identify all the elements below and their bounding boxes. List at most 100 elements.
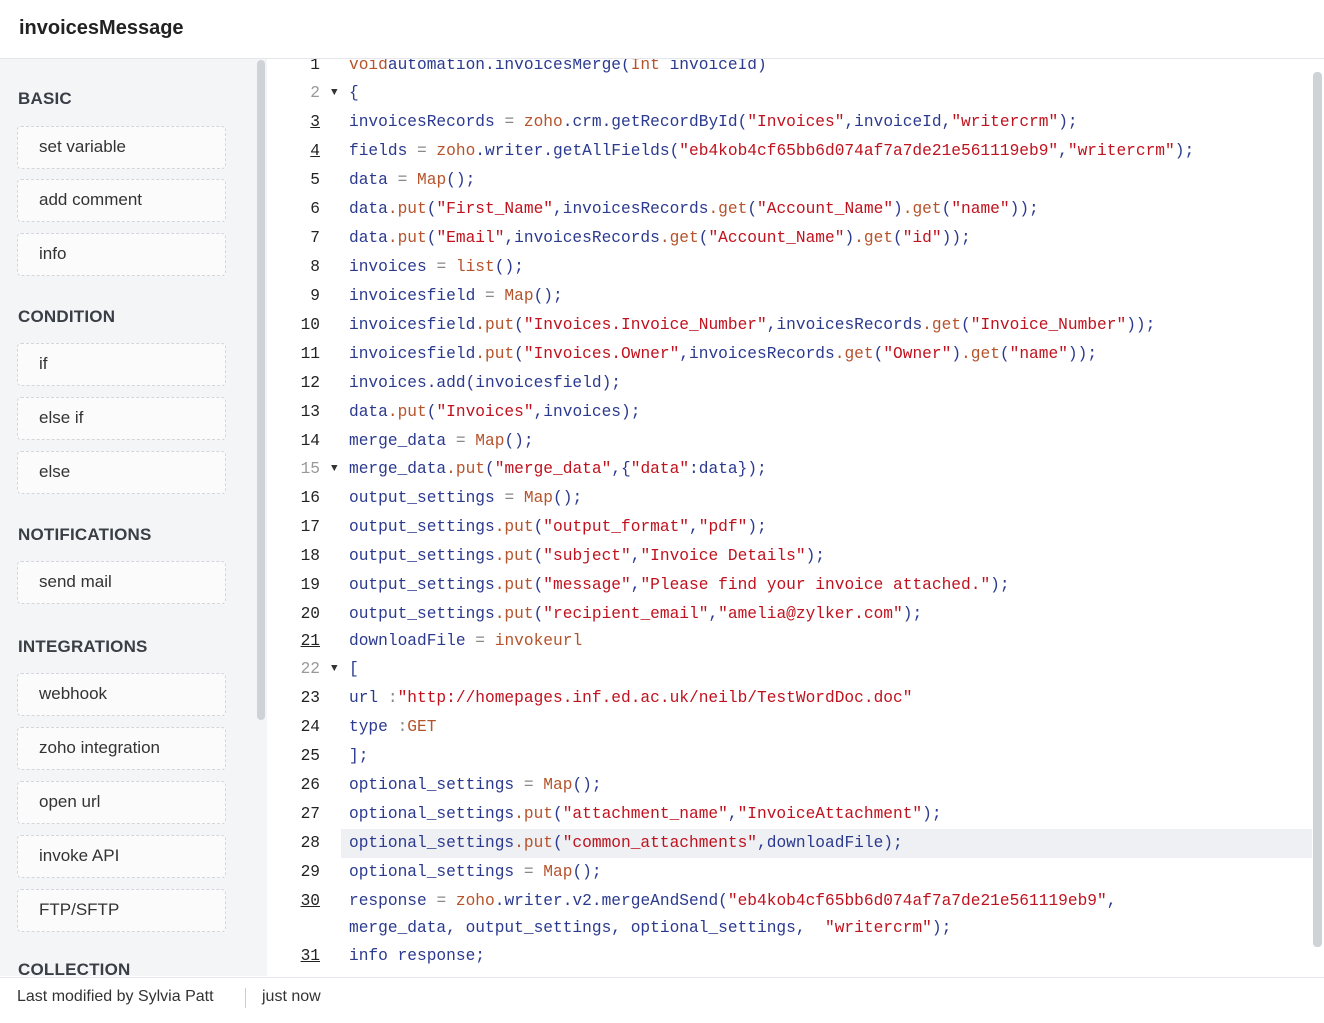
task-label: else if (39, 408, 84, 427)
code-text: data.put("Email",invoicesRecords.get("Ac… (349, 229, 971, 247)
code-text: type :GET (349, 718, 437, 736)
code-line[interactable]: merge_data, output_settings, optional_se… (268, 914, 1312, 943)
code-text: { (349, 84, 359, 102)
code-line[interactable]: 11 invoicesfield.put("Invoices.Owner",inv… (268, 340, 1312, 369)
line-number: 3 (310, 113, 320, 131)
code-line[interactable]: 9 invoicesfield = Map(); (268, 282, 1312, 311)
code-line[interactable]: 14 merge_data = Map(); (268, 427, 1312, 456)
code-line[interactable]: 31 info response; (268, 942, 1312, 971)
task-label: FTP/SFTP (39, 900, 120, 919)
code-line[interactable]: 27 optional_settings.put("attachment_name… (268, 800, 1312, 829)
task-ftp-sftp[interactable]: FTP/SFTP (17, 889, 226, 932)
code-text: merge_data.put("merge_data",{"data":data… (349, 460, 767, 478)
code-line[interactable]: 12 invoices.add(invoicesfield); (268, 369, 1312, 398)
line-number: 27 (300, 805, 320, 823)
code-line[interactable]: 18 output_settings.put("subject","Invoice… (268, 542, 1312, 571)
code-line[interactable]: 2 ▼ { (268, 79, 1312, 108)
code-text: [ (349, 660, 359, 678)
line-number: 4 (310, 142, 320, 160)
line-number: 9 (310, 287, 320, 305)
code-line[interactable]: 17 output_settings.put("output_format","p… (268, 513, 1312, 542)
code-text: invoicesfield = Map(); (349, 287, 563, 305)
code-line[interactable]: 13 data.put("Invoices",invoices); (268, 398, 1312, 427)
task-zoho-integration[interactable]: zoho integration (17, 727, 226, 770)
task-open-url[interactable]: open url (17, 781, 226, 824)
code-text: invoicesRecords = zoho.crm.getRecordById… (349, 113, 1078, 131)
line-number: 16 (300, 489, 320, 507)
task-send-mail[interactable]: send mail (17, 561, 226, 604)
code-line[interactable]: 20 output_settings.put("recipient_email",… (268, 600, 1312, 629)
code-line[interactable]: 26 optional_settings = Map(); (268, 771, 1312, 800)
line-number: 17 (300, 518, 320, 536)
code-line[interactable]: 7 data.put("Email",invoicesRecords.get("A… (268, 224, 1312, 253)
task-info[interactable]: info (17, 233, 226, 276)
code-text: optional_settings.put("attachment_name",… (349, 805, 942, 823)
line-number: 23 (300, 689, 320, 707)
code-line[interactable]: 19 output_settings.put("message","Please … (268, 571, 1312, 600)
line-number: 13 (300, 403, 320, 421)
code-text: data = Map(); (349, 171, 476, 189)
code-line[interactable]: 3 invoicesRecords = zoho.crm.getRecordByI… (268, 108, 1312, 137)
section-basic: BASIC (18, 89, 72, 108)
code-line[interactable]: 1 voidautomation.invoicesMerge(Int invoic… (268, 59, 1312, 80)
code-line[interactable]: 5 data = Map(); (268, 166, 1312, 195)
task-label: set variable (39, 137, 126, 156)
code-editor[interactable]: 1 voidautomation.invoicesMerge(Int invoic… (268, 59, 1324, 976)
footer: Last modified by Sylvia Patt just now (0, 977, 1324, 1023)
fold-arrow-icon[interactable]: ▼ (331, 79, 338, 108)
code-line[interactable]: 21 downloadFile = invokeurl (268, 627, 1312, 656)
sidebar-scrollbar[interactable] (257, 60, 265, 720)
task-add-comment[interactable]: add comment (17, 179, 226, 222)
code-line[interactable]: 23 url :"http://homepages.inf.ed.ac.uk/ne… (268, 684, 1312, 713)
code-text: output_settings.put("subject","Invoice D… (349, 547, 826, 565)
code-line[interactable]: 8 invoices = list(); (268, 253, 1312, 282)
task-label: open url (39, 792, 101, 811)
line-number: 30 (300, 892, 320, 910)
code-text: invoicesfield.put("Invoices.Invoice_Numb… (349, 316, 1156, 334)
code-line[interactable]: 16 output_settings = Map(); (268, 484, 1312, 513)
code-text: response = zoho.writer.v2.mergeAndSend("… (349, 892, 1117, 910)
code-text: merge_data = Map(); (349, 432, 534, 450)
code-text: output_settings.put("recipient_email","a… (349, 605, 923, 623)
section-notifications: NOTIFICATIONS (18, 525, 152, 544)
code-line[interactable]: 4 fields = zoho.writer.getAllFields("eb4k… (268, 137, 1312, 166)
page-title: invoicesMessage (19, 17, 184, 39)
code-line[interactable]: 24 type :GET (268, 713, 1312, 742)
code-text: fields = zoho.writer.getAllFields("eb4ko… (349, 142, 1195, 160)
line-number: 24 (300, 718, 320, 736)
line-number: 31 (300, 947, 320, 965)
task-set-variable[interactable]: set variable (17, 126, 226, 169)
line-number: 14 (300, 432, 320, 450)
line-number: 6 (310, 200, 320, 218)
code-line[interactable]: 6 data.put("First_Name",invoicesRecords.g… (268, 195, 1312, 224)
section-collection: COLLECTION (18, 960, 131, 976)
code-line[interactable]: 29 optional_settings = Map(); (268, 858, 1312, 887)
line-number: 2 (310, 84, 320, 102)
code-line[interactable]: 25]; (268, 742, 1312, 771)
fold-arrow-icon[interactable]: ▼ (331, 655, 338, 684)
line-number: 26 (300, 776, 320, 794)
divider (245, 988, 246, 1008)
line-number: 29 (300, 863, 320, 881)
task-invoke-api[interactable]: invoke API (17, 835, 226, 878)
editor-scrollbar[interactable] (1313, 72, 1322, 947)
code-line[interactable]: 22 ▼ [ (268, 655, 1312, 684)
code-line[interactable]: 30 response = zoho.writer.v2.mergeAndSend… (268, 887, 1312, 916)
code-text: voidautomation.invoicesMerge(Int invoice… (349, 59, 767, 74)
task-label: zoho integration (39, 738, 160, 757)
task-if[interactable]: if (17, 343, 226, 386)
task-else[interactable]: else (17, 451, 226, 494)
task-else-if[interactable]: else if (17, 397, 226, 440)
code-text: output_settings.put("output_format","pdf… (349, 518, 767, 536)
code-line[interactable]: 15 ▼ merge_data.put("merge_data",{"data":d… (268, 455, 1312, 484)
code-text: ]; (349, 747, 369, 765)
code-line[interactable]: 10 invoicesfield.put("Invoices.Invoice_Nu… (268, 311, 1312, 340)
section-integrations: INTEGRATIONS (18, 637, 148, 656)
task-webhook[interactable]: webhook (17, 673, 226, 716)
line-number: 7 (310, 229, 320, 247)
fold-arrow-icon[interactable]: ▼ (331, 455, 338, 484)
line-number: 18 (300, 547, 320, 565)
header: invoicesMessage (0, 0, 1324, 59)
section-condition: CONDITION (18, 307, 116, 326)
code-line[interactable]: 28 optional_settings.put("common_attachme… (268, 829, 1312, 858)
